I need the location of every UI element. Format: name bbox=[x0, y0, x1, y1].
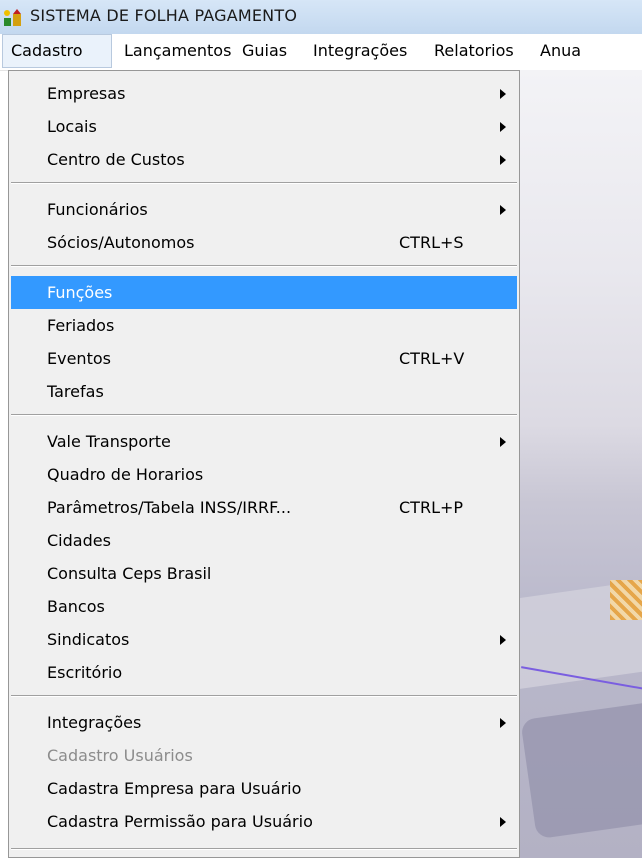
menu-item-label: Cadastro Usuários bbox=[47, 746, 193, 765]
submenu-arrow-icon bbox=[500, 817, 506, 827]
cadastro-dropdown-menu: Empresas Locais Centro de Custos Funcion… bbox=[8, 70, 520, 858]
menu-item-label: Cidades bbox=[47, 531, 111, 550]
menu-item-vale-transporte[interactable]: Vale Transporte bbox=[9, 425, 519, 458]
menu-separator bbox=[11, 182, 517, 184]
menu-item-label: Locais bbox=[47, 117, 97, 136]
menu-item-socios-autonomos[interactable]: Sócios/Autonomos CTRL+S bbox=[9, 226, 519, 259]
menu-guias[interactable]: Guias bbox=[234, 34, 295, 68]
menu-item-consulta-ceps[interactable]: Consulta Ceps Brasil bbox=[9, 557, 519, 590]
menu-item-label: Tarefas bbox=[47, 382, 104, 401]
menu-item-feriados[interactable]: Feriados bbox=[9, 309, 519, 342]
title-bar: SISTEMA DE FOLHA PAGAMENTO bbox=[0, 0, 642, 34]
menu-item-bancos[interactable]: Bancos bbox=[9, 590, 519, 623]
menu-item-label: Cadastra Permissão para Usuário bbox=[47, 812, 313, 831]
menu-item-label: Parâmetros/Tabela INSS/IRRF... bbox=[47, 498, 292, 517]
menu-item-cadastra-permissao-usuario[interactable]: Cadastra Permissão para Usuário bbox=[9, 805, 519, 838]
submenu-arrow-icon bbox=[500, 205, 506, 215]
submenu-arrow-icon bbox=[500, 635, 506, 645]
menu-item-cadastro-usuarios: Cadastro Usuários bbox=[9, 739, 519, 772]
menu-separator bbox=[11, 695, 517, 697]
submenu-arrow-icon bbox=[500, 718, 506, 728]
menu-item-cadastra-empresa-usuario[interactable]: Cadastra Empresa para Usuário bbox=[9, 772, 519, 805]
menu-item-label: Feriados bbox=[47, 316, 115, 335]
submenu-arrow-icon bbox=[500, 89, 506, 99]
menu-relatorios[interactable]: Relatorios bbox=[426, 34, 522, 68]
menu-item-label: Sócios/Autonomos bbox=[47, 233, 195, 252]
menu-cadastro[interactable]: Cadastro bbox=[2, 34, 112, 68]
menu-item-shortcut: CTRL+P bbox=[399, 498, 464, 517]
app-icon bbox=[4, 9, 21, 26]
menu-integracoes[interactable]: Integrações bbox=[305, 34, 415, 68]
menu-item-label: Funcionários bbox=[47, 200, 148, 219]
menu-item-sindicatos[interactable]: Sindicatos bbox=[9, 623, 519, 656]
menu-item-empresas[interactable]: Empresas bbox=[9, 77, 519, 110]
menu-item-label: Eventos bbox=[47, 349, 111, 368]
window-title: SISTEMA DE FOLHA PAGAMENTO bbox=[30, 6, 298, 25]
menu-separator bbox=[11, 265, 517, 267]
menu-item-label: Funções bbox=[47, 283, 113, 302]
menu-item-escritorio[interactable]: Escritório bbox=[9, 656, 519, 689]
menu-anua[interactable]: Anua bbox=[532, 34, 589, 68]
background-image bbox=[520, 70, 642, 858]
menu-item-label: Bancos bbox=[47, 597, 105, 616]
menu-item-funcoes[interactable]: Funções bbox=[11, 276, 517, 309]
menu-item-shortcut: CTRL+V bbox=[399, 349, 465, 368]
menu-item-label: Centro de Custos bbox=[47, 150, 185, 169]
menu-item-label: Quadro de Horarios bbox=[47, 465, 204, 484]
menu-item-locais[interactable]: Locais bbox=[9, 110, 519, 143]
submenu-arrow-icon bbox=[500, 155, 506, 165]
menu-item-label: Escritório bbox=[47, 663, 123, 682]
menu-item-parametros[interactable]: Parâmetros/Tabela INSS/IRRF... CTRL+P bbox=[9, 491, 519, 524]
menu-item-label: Consulta Ceps Brasil bbox=[47, 564, 212, 583]
menu-item-label: Sindicatos bbox=[47, 630, 130, 649]
submenu-arrow-icon bbox=[500, 437, 506, 447]
menu-item-quadro-de-horarios[interactable]: Quadro de Horarios bbox=[9, 458, 519, 491]
menu-item-label: Integrações bbox=[47, 713, 142, 732]
menu-item-shortcut: CTRL+S bbox=[399, 233, 464, 252]
menu-item-label: Cadastra Empresa para Usuário bbox=[47, 779, 302, 798]
menu-item-tarefas[interactable]: Tarefas bbox=[9, 375, 519, 408]
menu-lancamentos[interactable]: Lançamentos bbox=[116, 34, 239, 68]
menu-separator bbox=[11, 848, 517, 850]
menu-item-funcionarios[interactable]: Funcionários bbox=[9, 193, 519, 226]
menu-item-cidades[interactable]: Cidades bbox=[9, 524, 519, 557]
menu-item-label: Empresas bbox=[47, 84, 126, 103]
menu-item-centro-de-custos[interactable]: Centro de Custos bbox=[9, 143, 519, 176]
menu-separator bbox=[11, 414, 517, 416]
submenu-arrow-icon bbox=[500, 122, 506, 132]
menu-bar: Cadastro Lançamentos Guias Integrações R… bbox=[0, 34, 642, 71]
menu-item-label: Vale Transporte bbox=[47, 432, 171, 451]
menu-item-integracoes[interactable]: Integrações bbox=[9, 706, 519, 739]
menu-item-eventos[interactable]: Eventos CTRL+V bbox=[9, 342, 519, 375]
